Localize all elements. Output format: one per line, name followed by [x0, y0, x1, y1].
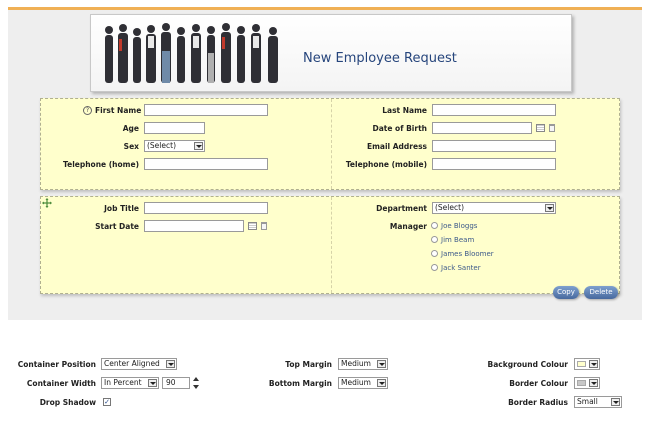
help-icon[interactable]: ?: [83, 106, 92, 115]
bottom-margin-select[interactable]: Medium: [338, 377, 388, 389]
department-select[interactable]: (Select): [432, 202, 556, 214]
calendar-icon[interactable]: [248, 222, 257, 230]
manager-option[interactable]: Jim Beam: [431, 235, 474, 245]
job-details-container[interactable]: Job Title Department (Select) Start Date…: [40, 196, 620, 299]
personal-details-container[interactable]: ? First Name Last Name Age Date of Birth…: [40, 98, 620, 190]
telephone-mobile-input[interactable]: [432, 158, 556, 170]
telephone-home-input[interactable]: [144, 158, 268, 170]
chevron-down-icon: [589, 360, 598, 368]
chevron-down-icon: [166, 360, 175, 368]
start-date-input[interactable]: [144, 220, 244, 232]
manager-option[interactable]: Joe Bloggs: [431, 221, 477, 231]
chevron-down-icon: [194, 142, 203, 150]
container-width-label: Container Width: [26, 379, 96, 388]
top-margin-label: Top Margin: [285, 360, 332, 369]
border-colour-picker[interactable]: [574, 377, 600, 389]
first-name-label: First Name: [95, 106, 142, 115]
copy-button[interactable]: Copy: [553, 286, 579, 299]
column-divider: [331, 197, 332, 293]
radio-icon: [431, 236, 438, 243]
trash-icon[interactable]: [261, 222, 267, 230]
email-input[interactable]: [432, 140, 556, 152]
background-colour-picker[interactable]: [574, 358, 600, 370]
age-label: Age: [122, 124, 139, 133]
delete-button[interactable]: Delete: [584, 286, 618, 299]
manager-label: Manager: [389, 222, 427, 231]
chevron-down-icon: [611, 398, 620, 406]
job-title-label: Job Title: [104, 204, 139, 213]
sex-select[interactable]: (Select): [144, 140, 205, 152]
header-banner: New Employee Request: [90, 14, 572, 92]
department-select-value: (Select): [435, 203, 464, 212]
trash-icon[interactable]: [549, 124, 555, 132]
chevron-down-icon: [377, 379, 386, 387]
last-name-input[interactable]: [432, 104, 556, 116]
age-input[interactable]: [144, 122, 205, 134]
chevron-down-icon: [148, 379, 157, 387]
border-colour-label: Border Colour: [509, 379, 568, 388]
border-radius-select[interactable]: Small: [574, 396, 622, 408]
job-title-input[interactable]: [144, 202, 268, 214]
container-width-select[interactable]: In Percent: [101, 377, 159, 389]
top-margin-select[interactable]: Medium: [338, 358, 388, 370]
container-properties-panel: Container Position Center Aligned Contai…: [0, 350, 650, 429]
department-label: Department: [376, 204, 427, 213]
calendar-icon[interactable]: [536, 124, 545, 132]
stepper-icon[interactable]: [193, 377, 199, 389]
first-name-input[interactable]: [144, 104, 268, 116]
container-position-label: Container Position: [17, 360, 96, 369]
sex-select-value: (Select): [147, 141, 176, 150]
manager-option[interactable]: Jack Santer: [431, 263, 481, 273]
manager-option[interactable]: James Bloomer: [431, 249, 494, 259]
people-group-image: [105, 23, 278, 83]
date-of-birth-input[interactable]: [432, 122, 532, 134]
radio-icon: [431, 264, 438, 271]
background-colour-label: Background Colour: [487, 360, 568, 369]
drop-shadow-checkbox[interactable]: ✓: [103, 398, 111, 406]
sex-label: Sex: [123, 142, 139, 151]
telephone-mobile-label: Telephone (mobile): [345, 160, 427, 169]
chevron-down-icon: [545, 204, 554, 212]
colour-swatch: [577, 380, 586, 386]
date-of-birth-label: Date of Birth: [372, 124, 427, 133]
chevron-down-icon: [589, 379, 598, 387]
container-position-select[interactable]: Center Aligned: [101, 358, 177, 370]
telephone-home-label: Telephone (home): [62, 160, 139, 169]
container-width-input[interactable]: 90: [162, 377, 190, 389]
radio-icon: [431, 250, 438, 257]
column-divider: [331, 99, 332, 189]
chevron-down-icon: [377, 360, 386, 368]
last-name-label: Last Name: [382, 106, 427, 115]
email-label: Email Address: [366, 142, 427, 151]
start-date-label: Start Date: [95, 222, 139, 231]
move-icon[interactable]: [42, 198, 52, 208]
border-radius-label: Border Radius: [508, 398, 568, 407]
colour-swatch: [577, 361, 586, 367]
drop-shadow-label: Drop Shadow: [39, 398, 96, 407]
radio-icon: [431, 222, 438, 229]
bottom-margin-label: Bottom Margin: [268, 379, 332, 388]
page-title: New Employee Request: [303, 51, 457, 66]
